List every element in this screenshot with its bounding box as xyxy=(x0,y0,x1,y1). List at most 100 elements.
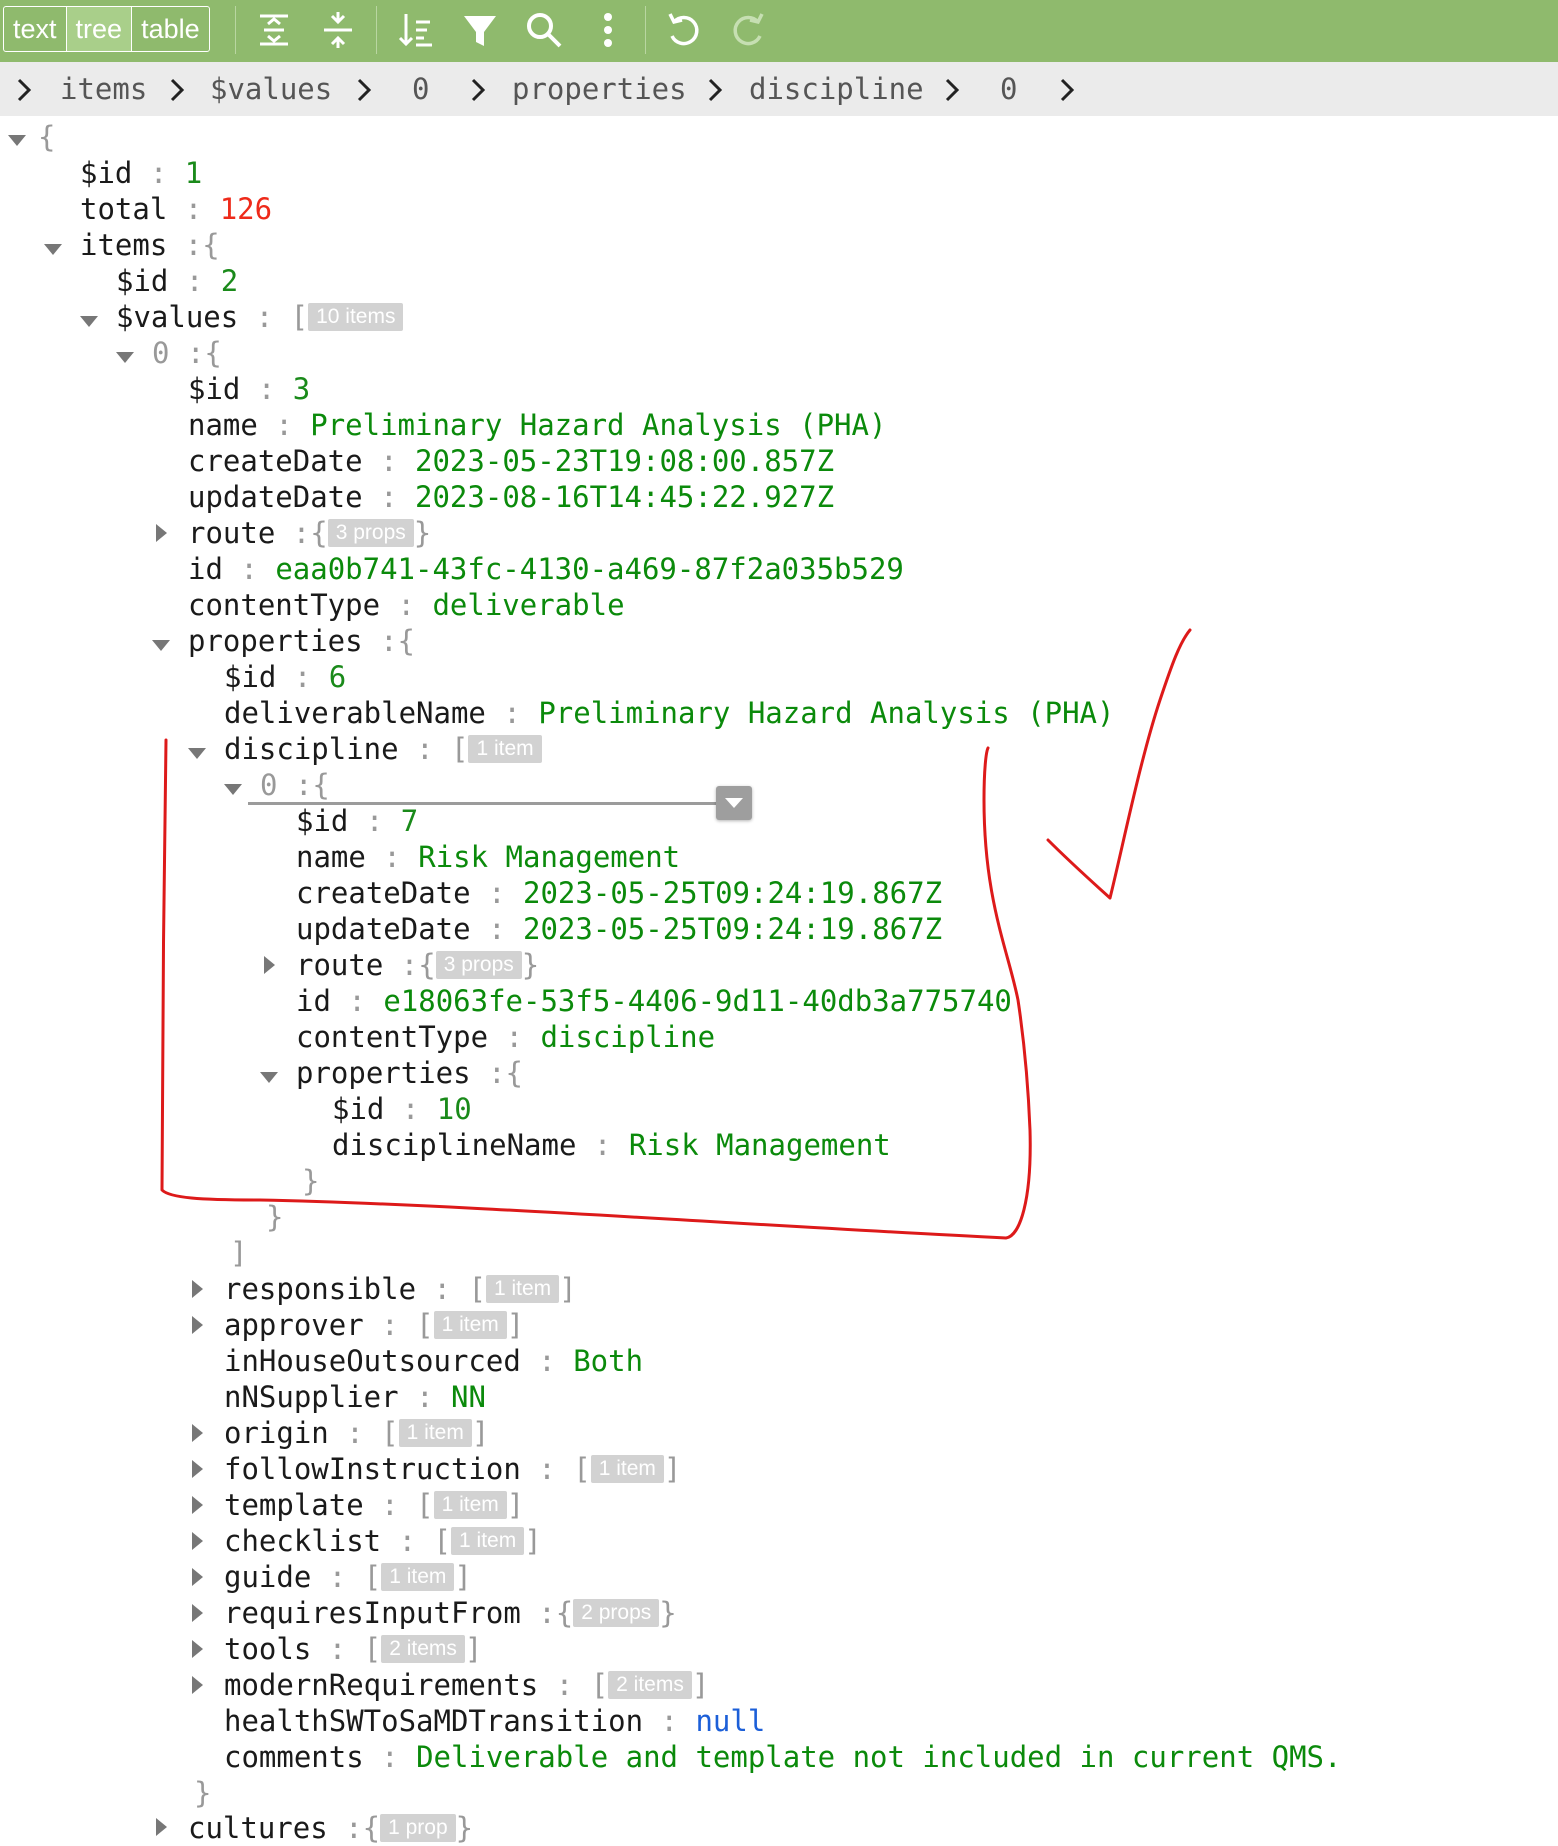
redo-icon[interactable] xyxy=(726,8,770,52)
tree-node[interactable]: checklist : [1 item] xyxy=(224,1523,542,1559)
more-icon[interactable] xyxy=(586,8,630,52)
collapse-toggle-icon[interactable] xyxy=(150,1816,172,1838)
chevron-right-icon[interactable] xyxy=(12,76,36,102)
search-icon[interactable] xyxy=(522,8,566,52)
chevron-right-icon[interactable] xyxy=(940,76,964,102)
item-count-badge: 2 items xyxy=(608,1671,692,1699)
item-count-badge: 3 props xyxy=(435,951,522,979)
tree-node[interactable]: nNSupplier : NN xyxy=(224,1379,486,1415)
collapse-toggle-icon[interactable] xyxy=(186,1422,208,1444)
tree-node[interactable]: comments : Deliverable and template not … xyxy=(224,1739,1341,1775)
tree-node[interactable]: properties :{ xyxy=(188,623,415,659)
collapse-toggle-icon[interactable] xyxy=(186,1530,208,1552)
expand-toggle-icon[interactable] xyxy=(6,129,28,151)
collapse-toggle-icon[interactable] xyxy=(186,1314,208,1336)
breadcrumb-item[interactable]: items xyxy=(60,70,147,108)
tree-node[interactable]: createDate : 2023-05-23T19:08:00.857Z xyxy=(188,443,834,479)
breadcrumb-item[interactable]: 0 xyxy=(412,70,429,108)
breadcrumb-item[interactable]: properties xyxy=(512,70,687,108)
tree-node[interactable]: name : Preliminary Hazard Analysis (PHA) xyxy=(188,407,886,443)
tree-node[interactable]: responsible : [1 item] xyxy=(224,1271,577,1307)
filter-icon[interactable] xyxy=(458,8,502,52)
tree-node[interactable]: guide : [1 item] xyxy=(224,1559,472,1595)
mode-switch: text tree table xyxy=(3,6,210,52)
sort-icon[interactable] xyxy=(394,8,438,52)
chevron-right-icon[interactable] xyxy=(352,76,376,102)
mode-text-button[interactable]: text xyxy=(4,7,67,51)
undo-icon[interactable] xyxy=(662,8,706,52)
collapse-toggle-icon[interactable] xyxy=(258,954,280,976)
tree-node[interactable]: approver : [1 item] xyxy=(224,1307,524,1343)
collapse-toggle-icon[interactable] xyxy=(186,1278,208,1300)
collapse-toggle-icon[interactable] xyxy=(186,1602,208,1624)
tree-node[interactable]: inHouseOutsourced : Both xyxy=(224,1343,643,1379)
tree-root: { xyxy=(38,120,56,154)
tree-node[interactable]: id : e18063fe-53f5-4406-9d11-40db3a77574… xyxy=(296,983,1012,1019)
expand-toggle-icon[interactable] xyxy=(222,778,244,800)
tree-node[interactable]: id : eaa0b741-43fc-4130-a469-87f2a035b52… xyxy=(188,551,904,587)
tree-node[interactable]: $values : [10 items xyxy=(116,299,404,335)
tree-node[interactable]: contentType : discipline xyxy=(296,1019,715,1055)
tree-node[interactable]: items :{ xyxy=(80,227,220,263)
tree-node[interactable]: $id : 2 xyxy=(116,263,238,299)
item-count-badge: 1 item xyxy=(485,1275,560,1303)
collapse-toggle-icon[interactable] xyxy=(150,522,172,544)
chevron-right-icon[interactable] xyxy=(165,76,189,102)
collapse-toggle-icon[interactable] xyxy=(186,1638,208,1660)
tree-node[interactable]: discipline : [1 item xyxy=(224,731,542,767)
checkmark-annotation xyxy=(1046,628,1192,900)
item-count-badge: 2 props xyxy=(573,1599,660,1627)
tree-node[interactable]: $id : 1 xyxy=(80,155,202,191)
expand-all-icon[interactable] xyxy=(252,8,296,52)
tree-node[interactable]: route :{3 props} xyxy=(188,515,431,551)
tree-node[interactable]: cultures :{1 prop} xyxy=(188,1810,473,1846)
tree-node[interactable]: $id : 3 xyxy=(188,371,310,407)
tree-node[interactable]: total : 126 xyxy=(80,191,272,227)
collapse-toggle-icon[interactable] xyxy=(186,1674,208,1696)
chevron-right-icon[interactable] xyxy=(703,76,727,102)
tree-node[interactable]: updateDate : 2023-05-25T09:24:19.867Z xyxy=(296,911,942,947)
tree-node[interactable]: origin : [1 item] xyxy=(224,1415,489,1451)
item-count-badge: 1 item xyxy=(398,1419,472,1447)
mode-tree-button[interactable]: tree xyxy=(66,7,133,51)
tree-node[interactable]: contentType : deliverable xyxy=(188,587,625,623)
context-menu-button[interactable] xyxy=(716,786,752,820)
expand-toggle-icon[interactable] xyxy=(78,310,100,332)
breadcrumb-item[interactable]: discipline xyxy=(749,70,924,108)
tree-node[interactable]: route :{3 props} xyxy=(296,947,539,983)
expand-toggle-icon[interactable] xyxy=(114,346,136,368)
tree-node[interactable]: modernRequirements : [2 items] xyxy=(224,1667,709,1703)
item-count-badge: 1 item xyxy=(590,1455,664,1483)
tree-node[interactable]: updateDate : 2023-08-16T14:45:22.927Z xyxy=(188,479,834,515)
mode-table-button[interactable]: table xyxy=(132,7,209,51)
expand-toggle-icon[interactable] xyxy=(258,1066,280,1088)
expand-toggle-icon[interactable] xyxy=(42,238,64,260)
tree-node[interactable]: deliverableName : Preliminary Hazard Ana… xyxy=(224,695,1114,731)
expand-toggle-icon[interactable] xyxy=(186,742,208,764)
tree-node[interactable]: followInstruction : [1 item] xyxy=(224,1451,681,1487)
tree-node[interactable]: disciplineName : Risk Management xyxy=(332,1127,891,1163)
tree-node[interactable]: $id : 10 xyxy=(332,1091,472,1127)
tree-node[interactable]: $id : 6 xyxy=(224,659,346,695)
collapse-toggle-icon[interactable] xyxy=(186,1566,208,1588)
collapse-all-icon[interactable] xyxy=(316,8,360,52)
toolbar: text tree table xyxy=(0,0,1558,63)
breadcrumb-item[interactable]: 0 xyxy=(1000,70,1017,108)
expand-toggle-icon[interactable] xyxy=(150,634,172,656)
tree-node[interactable]: properties :{ xyxy=(296,1055,523,1091)
chevron-right-icon[interactable] xyxy=(466,76,490,102)
collapse-toggle-icon[interactable] xyxy=(186,1458,208,1480)
tree-node[interactable]: $id : 7 xyxy=(296,803,418,839)
tree-node[interactable]: requiresInputFrom :{2 props} xyxy=(224,1595,677,1631)
tree-node[interactable]: template : [1 item] xyxy=(224,1487,524,1523)
tree-node[interactable]: 0 :{ xyxy=(152,335,222,371)
tree-node[interactable]: tools : [2 items] xyxy=(224,1631,482,1667)
collapse-toggle-icon[interactable] xyxy=(186,1494,208,1516)
tree-node[interactable]: name : Risk Management xyxy=(296,839,680,875)
breadcrumb-item[interactable]: $values xyxy=(210,70,332,108)
chevron-right-icon[interactable] xyxy=(1055,76,1079,102)
tree-node[interactable]: createDate : 2023-05-25T09:24:19.867Z xyxy=(296,875,942,911)
tree-node[interactable]: 0 :{ xyxy=(260,767,330,803)
toolbar-divider xyxy=(235,6,236,54)
tree-node[interactable]: healthSWToSaMDTransition : null xyxy=(224,1703,765,1739)
